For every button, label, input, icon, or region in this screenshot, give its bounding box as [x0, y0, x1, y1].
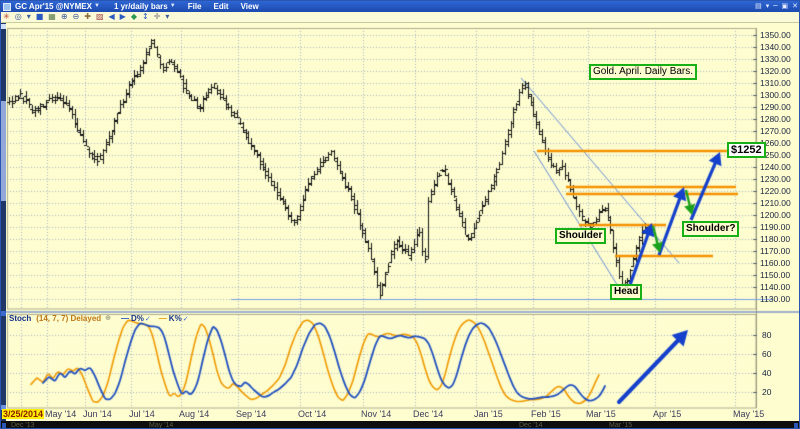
price-tick-label: 1160.00	[760, 258, 791, 268]
timeline-left-icon[interactable]	[2, 423, 6, 428]
price-tick-label: 1180.00	[760, 234, 791, 244]
d-line-swatch: —	[121, 314, 130, 323]
stoch-settings-icon[interactable]: ⊕	[105, 314, 111, 324]
month-label: Mar '15	[586, 409, 616, 419]
price-tick-label: 1240.00	[760, 162, 791, 172]
price-tick-label: 1230.00	[760, 174, 791, 184]
month-label: May '14	[45, 409, 77, 419]
shoulder-left-box[interactable]: Shoulder	[555, 228, 607, 244]
chart-note-box[interactable]: Gold. April. Daily Bars.	[589, 64, 698, 80]
k-line-label[interactable]: K%	[169, 314, 182, 324]
price-tick-label: 1270.00	[760, 126, 791, 136]
stoch-tick-label: 40	[762, 368, 772, 378]
stoch-tick-label: 60	[762, 349, 772, 359]
stoch-tick-label: 20	[762, 387, 772, 397]
price-tick-label: 1320.00	[760, 66, 791, 76]
scrollbar-top-button[interactable]	[1, 24, 6, 29]
month-label: Dec '14	[413, 409, 444, 419]
timeline-label: Dec '13	[11, 422, 35, 429]
timeline-label: May '14	[149, 422, 174, 429]
price-tick-label: 1150.00	[760, 270, 791, 280]
month-label: Oct '14	[298, 409, 327, 419]
timeline-label: Mar '15	[609, 422, 633, 429]
shoulder-right-box[interactable]: Shoulder?	[682, 221, 740, 237]
month-label: Nov '14	[361, 409, 392, 419]
d-line-check-icon[interactable]: ✓	[145, 314, 151, 324]
price-tick-label: 1130.00	[760, 294, 791, 304]
start-date-label: 3/25/2014	[2, 409, 45, 419]
timeline-label: Dec '14	[519, 422, 543, 429]
stoch-panel-header: Stoch (14, 7, 7) Delayed ⊕ — D% ✓ — K% ✓	[9, 314, 189, 324]
price-tick-label: 1280.00	[760, 114, 791, 124]
month-label: Jul '14	[129, 409, 155, 419]
k-line-swatch: —	[158, 314, 167, 323]
price-tick-label: 1330.00	[760, 54, 791, 64]
price-target-box[interactable]: $1252	[727, 142, 766, 158]
bottom-timeline-strip[interactable]: Dec '13 May '14 Dec '14 Mar '15	[1, 421, 799, 429]
month-label: Sep '14	[236, 409, 267, 419]
month-label: May '15	[733, 409, 765, 419]
k-line-check-icon[interactable]: ✓	[183, 314, 189, 324]
stoch-name[interactable]: Stoch	[9, 314, 31, 324]
price-tick-label: 1300.00	[760, 90, 791, 100]
stoch-params[interactable]: (14, 7, 7) Delayed	[36, 314, 101, 324]
trading-app-window: GC Apr'15 @NYMEX ▼ 1 yr/daily bars ▼ Fil…	[0, 0, 800, 429]
price-tick-label: 1140.00	[760, 282, 791, 292]
timeline-right-icon[interactable]	[794, 423, 798, 428]
scrollbar-thumb[interactable]	[1, 101, 6, 201]
stoch-tick-label: 80	[762, 330, 772, 340]
scrollbar-marker	[1, 311, 6, 316]
price-tick-label: 1220.00	[760, 186, 791, 196]
price-tick-label: 1210.00	[760, 198, 791, 208]
price-tick-label: 1170.00	[760, 246, 791, 256]
d-line-label[interactable]: D%	[131, 314, 144, 324]
left-scrollbar[interactable]	[1, 23, 6, 421]
price-tick-label: 1190.00	[760, 222, 791, 232]
month-label: Aug '14	[179, 409, 210, 419]
price-tick-label: 1200.00	[760, 210, 791, 220]
month-label: Jun '14	[83, 409, 112, 419]
month-label: Feb '15	[531, 409, 561, 419]
month-label: Apr '15	[653, 409, 682, 419]
price-tick-label: 1290.00	[760, 102, 791, 112]
price-tick-label: 1350.00	[760, 30, 791, 40]
price-tick-label: 1310.00	[760, 78, 791, 88]
head-box[interactable]: Head	[610, 284, 643, 300]
month-label: Jan '15	[474, 409, 503, 419]
price-tick-label: 1340.00	[760, 42, 791, 52]
